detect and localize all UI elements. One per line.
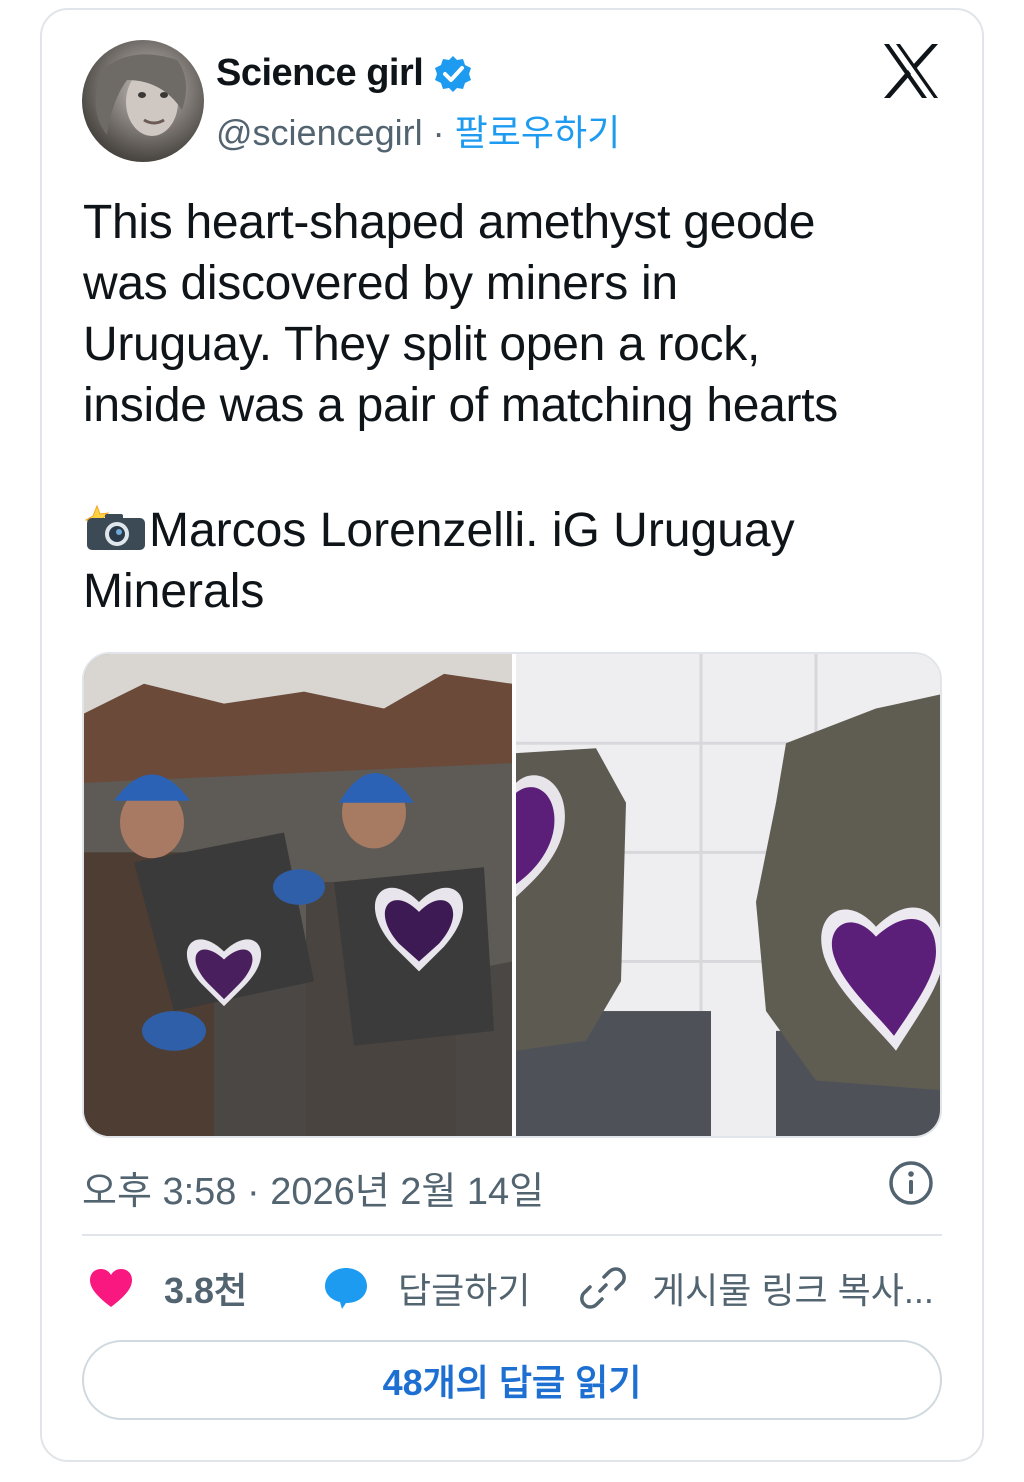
copy-link-button[interactable]: 게시물 링크 복사... xyxy=(580,1258,934,1318)
avatar[interactable] xyxy=(82,40,204,162)
heart-icon xyxy=(90,1269,132,1307)
timestamp[interactable]: 오후 3:58 · 2026년 2월 14일 xyxy=(82,1160,544,1215)
link-icon xyxy=(580,1267,626,1309)
reply-bubble-icon xyxy=(325,1268,367,1309)
like-button[interactable]: 3.8천 xyxy=(88,1258,247,1318)
handle-separator: · xyxy=(422,112,455,153)
info-icon[interactable] xyxy=(888,1160,934,1206)
like-count: 3.8천 xyxy=(164,1270,248,1311)
reply-label: 답글하기 xyxy=(398,1270,531,1311)
heart-geode-halves-photo[interactable] xyxy=(516,654,942,1136)
credit-line: Minerals xyxy=(83,565,265,618)
camera-flash-icon xyxy=(84,504,145,550)
handle[interactable]: @sciencegirl xyxy=(216,112,423,153)
photo-credit: Marcos Lorenzelli. iG Uruguay Minerals xyxy=(83,500,963,622)
author-name-row: Science girl xyxy=(216,52,473,95)
tweet-text-line: This heart-shaped amethyst geode xyxy=(83,196,816,249)
tweet-text-line: inside was a pair of matching hearts xyxy=(83,379,838,432)
miners-holding-geode-photo[interactable] xyxy=(84,654,512,1136)
handle-row: @sciencegirl · 팔로우하기 xyxy=(216,104,620,156)
tweet-text-line: Uruguay. They split open a rock, xyxy=(83,318,760,371)
tweet-text: This heart-shaped amethyst geode was dis… xyxy=(83,192,963,436)
x-logo-icon[interactable] xyxy=(880,40,942,102)
display-name[interactable]: Science girl xyxy=(216,52,424,95)
credit-line: Marcos Lorenzelli. iG Uruguay xyxy=(149,504,795,557)
read-replies-button[interactable]: 48개의 답글 읽기 xyxy=(82,1340,942,1420)
action-bar: 3.8천 답글하기 게시물 링크 복사... xyxy=(82,1258,942,1318)
copy-link-label: 게시물 링크 복사... xyxy=(652,1270,934,1311)
tweet-text-line: was discovered by miners in xyxy=(83,257,678,310)
reply-button[interactable]: 답글하기 xyxy=(322,1258,530,1318)
divider xyxy=(82,1234,942,1236)
follow-button[interactable]: 팔로우하기 xyxy=(455,112,621,153)
media-grid[interactable] xyxy=(82,652,942,1138)
verified-badge-icon xyxy=(435,55,472,92)
